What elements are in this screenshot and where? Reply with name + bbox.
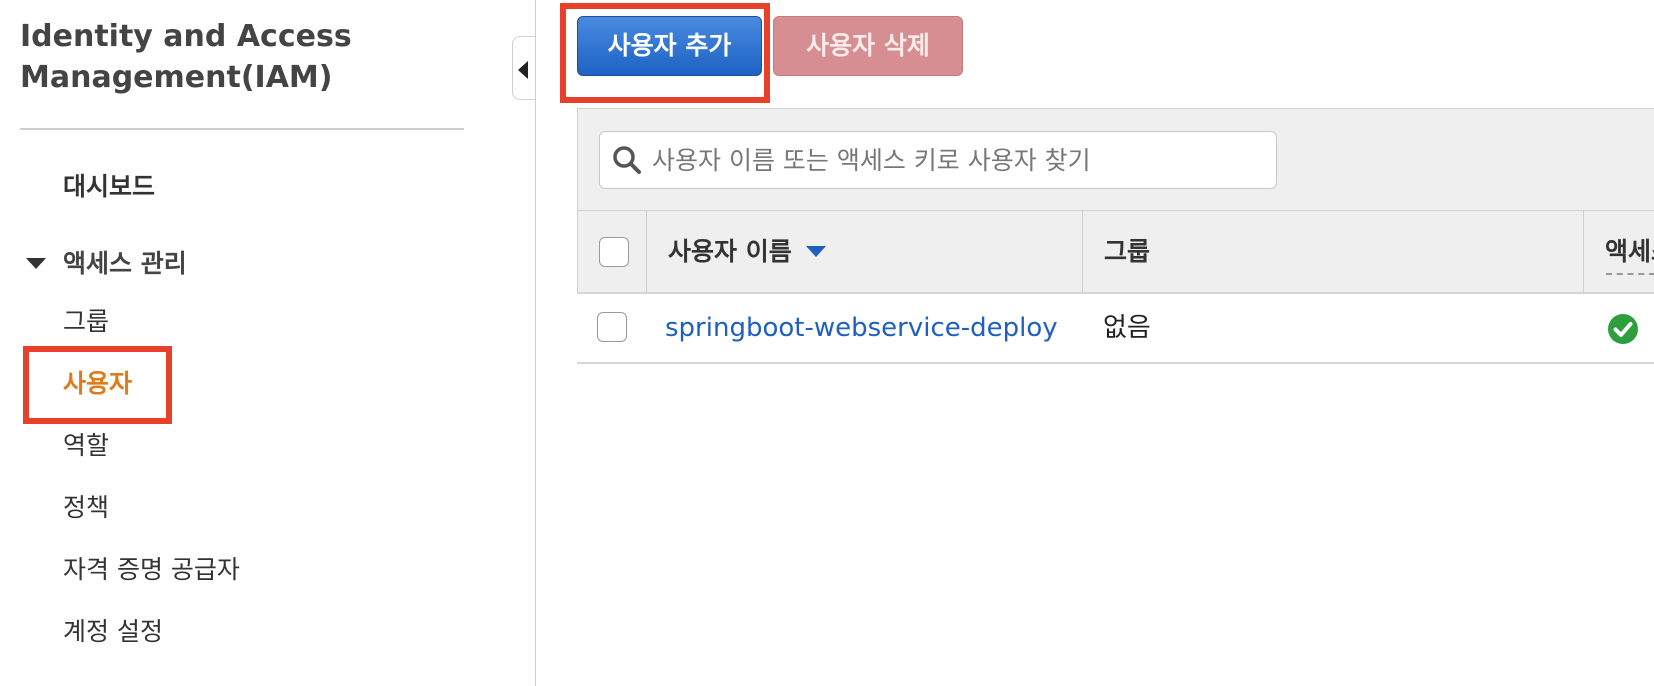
search-input[interactable] (652, 132, 1262, 188)
search-bar (577, 108, 1654, 210)
sort-desc-icon (805, 245, 826, 257)
select-all-checkbox[interactable] (599, 237, 629, 267)
delete-user-button[interactable]: 사용자 삭제 (773, 16, 963, 76)
app-title-line1: Identity and Access (20, 19, 352, 54)
sidebar-border (535, 0, 536, 686)
row-checkbox[interactable] (597, 312, 627, 342)
check-circle-icon (1608, 314, 1638, 344)
sidebar-item-identity-providers[interactable]: 자격 증명 공급자 (63, 554, 240, 586)
search-box[interactable] (599, 131, 1277, 189)
user-name-link[interactable]: springboot-webservice-deploy (665, 294, 1058, 362)
sidebar-item-policies[interactable]: 정책 (63, 492, 109, 524)
sidebar-group-access-management[interactable]: 액세스 관리 (26, 248, 187, 280)
sidebar-item-groups[interactable]: 그룹 (63, 306, 109, 338)
highlight-add-user (560, 3, 770, 103)
app-title-line2: Management(IAM) (20, 60, 333, 95)
sidebar-group-label: 액세스 관리 (63, 249, 187, 278)
table-header: 사용자 이름 그룹 액세스 (577, 210, 1654, 294)
sidebar-item-account-settings[interactable]: 계정 설정 (63, 616, 163, 648)
column-header-user-name[interactable]: 사용자 이름 (668, 211, 826, 293)
sidebar-item-roles[interactable]: 역할 (63, 430, 109, 462)
highlight-users (23, 346, 172, 424)
sidebar-item-dashboard[interactable]: 대시보드 (63, 171, 155, 203)
user-groups-cell: 없음 (1103, 313, 1151, 343)
column-header-user-name-label: 사용자 이름 (668, 237, 792, 266)
sidebar: Identity and Access Management(IAM) 대시보드… (0, 0, 508, 686)
column-separator (646, 211, 647, 293)
column-header-access[interactable]: 액세스 (1605, 211, 1654, 293)
title-divider (20, 128, 464, 130)
search-icon (613, 146, 641, 174)
column-header-access-underline (1606, 273, 1654, 275)
table-row[interactable]: springboot-webservice-deploy 없음 (577, 294, 1654, 364)
collapse-left-icon (518, 61, 528, 79)
app-title: Identity and Access Management(IAM) (20, 16, 460, 98)
users-panel: 사용자 이름 그룹 액세스 springboot-webservice-depl… (577, 108, 1654, 368)
column-separator (1082, 211, 1083, 293)
caret-down-icon (26, 257, 46, 269)
column-header-groups[interactable]: 그룹 (1104, 211, 1150, 293)
column-separator (1583, 211, 1584, 293)
sidebar-collapse-toggle[interactable] (512, 36, 535, 100)
